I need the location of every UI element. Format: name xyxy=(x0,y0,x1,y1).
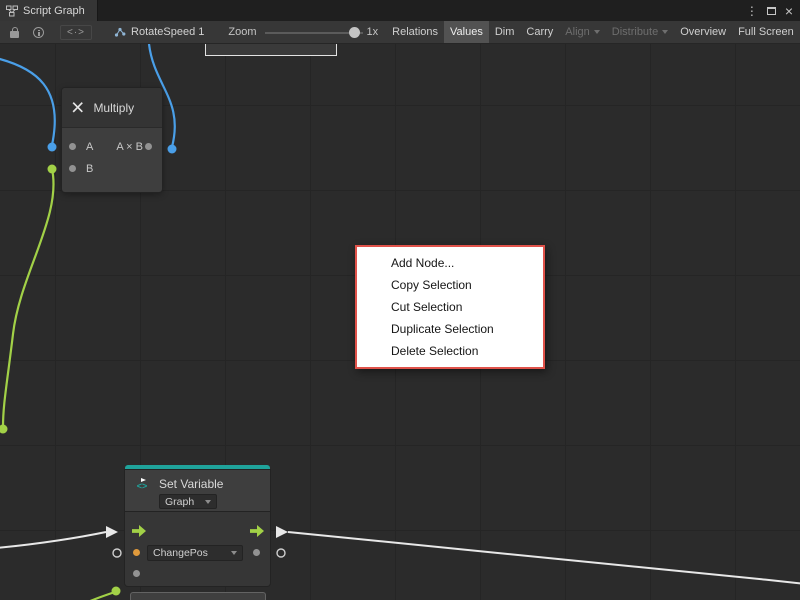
menu-item-add-node[interactable]: Add Node... xyxy=(357,252,543,274)
node-set-variable[interactable]: <> Set Variable Graph ChangePos xyxy=(125,465,270,600)
menu-item-copy-selection[interactable]: Copy Selection xyxy=(357,274,543,296)
wire-endpoint-green[interactable] xyxy=(48,165,57,174)
extra-input-port[interactable] xyxy=(133,570,140,577)
menu-item-cut-selection[interactable]: Cut Selection xyxy=(357,296,543,318)
node-multiply[interactable]: × Multiply A A × B B xyxy=(62,88,162,192)
chevron-down-icon xyxy=(594,30,600,34)
zoom-value: 1x xyxy=(367,26,379,38)
value-port-ring-left[interactable] xyxy=(113,549,121,557)
carry-button[interactable]: Carry xyxy=(520,21,559,44)
port-label-b: B xyxy=(86,163,93,175)
title-bar: Script Graph ⋮ × xyxy=(0,0,800,21)
wire-white-left[interactable] xyxy=(0,532,106,548)
tab-script-graph[interactable]: Script Graph xyxy=(0,0,98,21)
chevron-down-icon xyxy=(231,551,237,555)
tab-title: Script Graph xyxy=(23,5,85,17)
zoom-slider-knob[interactable] xyxy=(349,27,360,38)
info-icon[interactable] xyxy=(33,27,44,38)
relations-button[interactable]: Relations xyxy=(386,21,444,44)
input-port-b[interactable] xyxy=(69,165,76,172)
window-controls: ⋮ × xyxy=(746,4,800,18)
flow-input-arrow-icon[interactable] xyxy=(132,525,146,537)
zoom-label: Zoom xyxy=(228,26,256,38)
flow-arrowhead-left[interactable] xyxy=(106,526,118,538)
variable-name-dropdown[interactable]: ChangePos xyxy=(147,545,243,561)
code-icon[interactable]: <·> xyxy=(60,25,92,40)
wire-endpoint-blue[interactable] xyxy=(48,143,57,152)
wire-white-right[interactable] xyxy=(288,532,800,584)
context-menu: Add Node... Copy Selection Cut Selection… xyxy=(355,245,545,369)
menu-item-duplicate-selection[interactable]: Duplicate Selection xyxy=(357,318,543,340)
node-title: Multiply xyxy=(93,101,134,115)
align-button[interactable]: Align xyxy=(559,21,605,44)
dim-button[interactable]: Dim xyxy=(489,21,521,44)
input-port-a[interactable] xyxy=(69,143,76,150)
node-footer-field[interactable] xyxy=(130,592,266,600)
wire-endpoint-blue[interactable] xyxy=(168,145,177,154)
value-input-port[interactable] xyxy=(133,549,140,556)
chevron-down-icon xyxy=(662,30,668,34)
flow-arrowhead-right[interactable] xyxy=(276,526,288,538)
node-set-variable-header[interactable]: <> Set Variable Graph xyxy=(125,470,270,512)
unity-script-graph-window: { "window": { "tab_title": "Script Graph… xyxy=(0,0,800,600)
output-port-result[interactable] xyxy=(145,143,152,150)
node-multiply-header[interactable]: × Multiply xyxy=(62,88,162,128)
set-variable-icon: <> xyxy=(133,476,151,494)
close-icon[interactable]: × xyxy=(785,4,793,18)
node-title: Set Variable xyxy=(159,477,223,491)
zoom-slider[interactable] xyxy=(265,21,363,44)
overview-button[interactable]: Overview xyxy=(674,21,732,44)
graph-toolbar: <·> RotateSpeed 1 Zoom 1x Relations Valu… xyxy=(0,21,800,44)
values-button[interactable]: Values xyxy=(444,21,489,44)
wire-green-bottom[interactable] xyxy=(88,592,115,600)
breadcrumb-label: RotateSpeed 1 xyxy=(131,26,204,38)
distribute-button[interactable]: Distribute xyxy=(606,21,674,44)
flow-output-arrow-icon[interactable] xyxy=(250,525,264,537)
lock-icon[interactable] xyxy=(10,31,19,38)
graph-asset-icon xyxy=(114,26,126,38)
value-port-ring-right[interactable] xyxy=(277,549,285,557)
maximize-icon[interactable] xyxy=(767,7,776,15)
menu-item-delete-selection[interactable]: Delete Selection xyxy=(357,340,543,362)
fullscreen-button[interactable]: Full Screen xyxy=(732,21,800,44)
variable-scope-dropdown[interactable]: Graph xyxy=(159,494,217,509)
multiply-icon: × xyxy=(71,96,84,119)
node-set-variable-body: ChangePos xyxy=(125,512,270,586)
port-label-a: A xyxy=(86,141,93,153)
chevron-down-icon xyxy=(205,500,211,504)
port-label-result: A × B xyxy=(116,141,143,153)
wire-endpoint-green[interactable] xyxy=(0,425,8,434)
window-menu-icon[interactable]: ⋮ xyxy=(746,4,758,18)
script-graph-icon xyxy=(6,5,18,17)
zoom-slider-track[interactable] xyxy=(265,32,363,34)
wire-endpoint-green[interactable] xyxy=(112,587,121,596)
value-output-port[interactable] xyxy=(253,549,260,556)
breadcrumb[interactable]: RotateSpeed 1 xyxy=(114,26,204,38)
wire-green-left[interactable] xyxy=(3,169,54,427)
graph-canvas[interactable]: × Multiply A A × B B <> Set Variable Gra… xyxy=(0,44,800,600)
wire-blue-left[interactable] xyxy=(0,58,55,145)
